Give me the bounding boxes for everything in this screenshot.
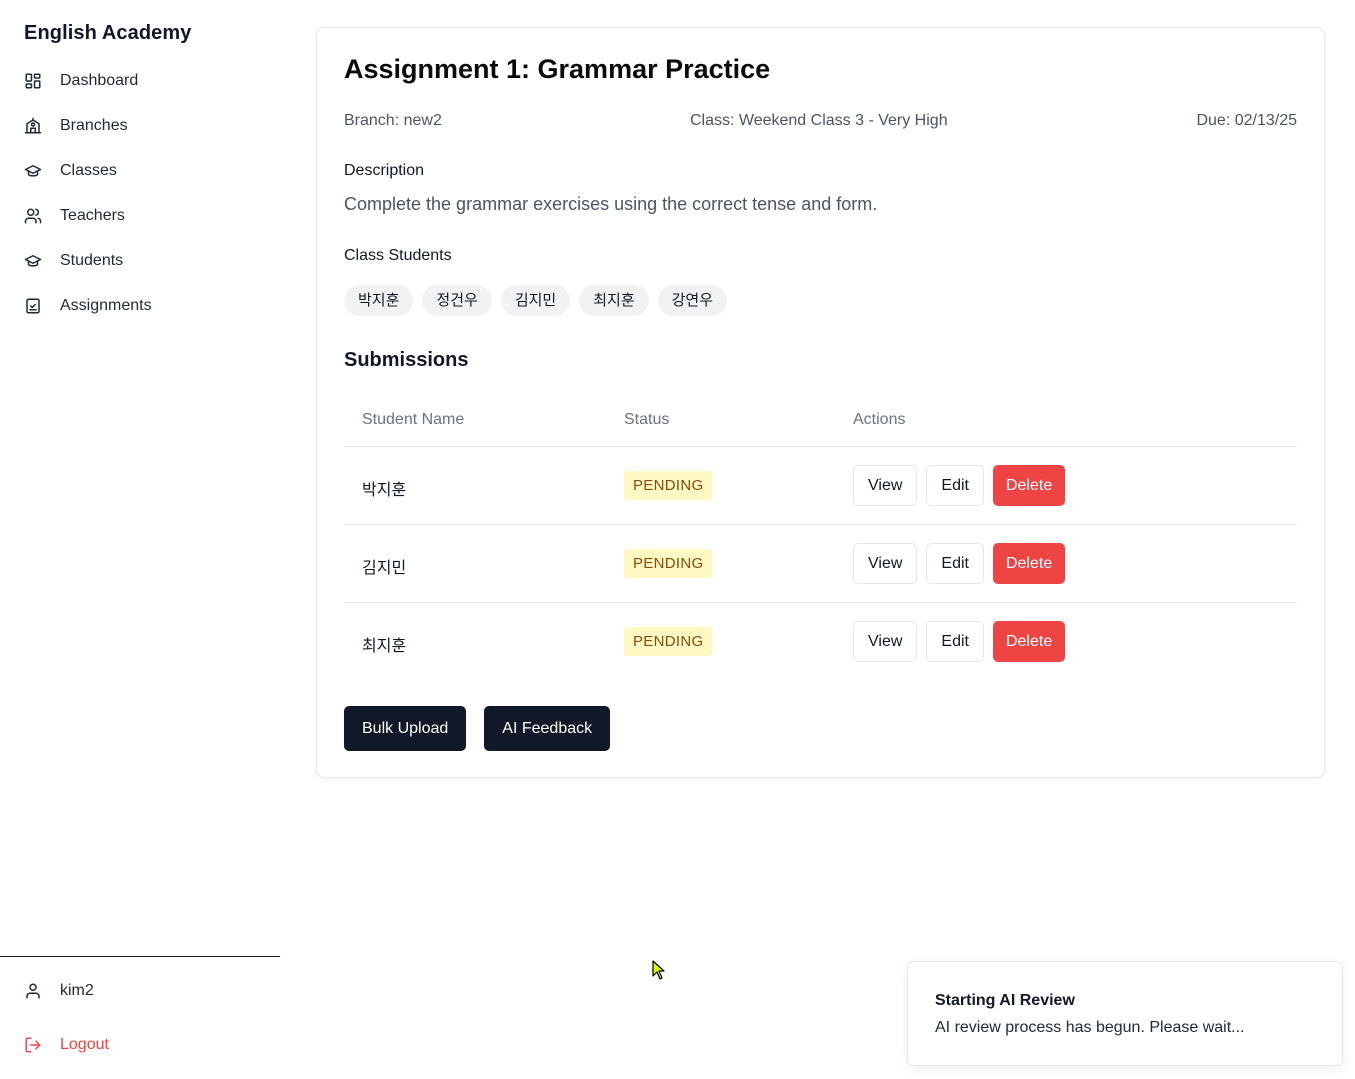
student-chip: 박지훈 [344, 285, 414, 316]
bottom-actions: Bulk Upload AI Feedback [344, 706, 611, 751]
edit-button[interactable]: Edit [926, 543, 984, 584]
description-text: Complete the grammar exercises using the… [344, 194, 878, 214]
student-name: 최지훈 [362, 638, 407, 655]
row-actions: View Edit Delete [853, 621, 1066, 662]
bulk-upload-button[interactable]: Bulk Upload [344, 706, 467, 751]
status-badge: PENDING [624, 549, 713, 578]
users-icon [24, 208, 42, 223]
table-row: 김지민 PENDING View Edit Delete [344, 525, 1297, 603]
building-icon [24, 117, 42, 133]
page-title: Assignment 1: Grammar Practice [344, 54, 771, 84]
student-chip: 정건우 [422, 285, 492, 316]
row-actions: View Edit Delete [853, 465, 1066, 506]
status-badge: PENDING [624, 471, 713, 500]
toast-title: Starting AI Review [935, 992, 1075, 1009]
student-name: 김지민 [362, 560, 407, 577]
delete-button[interactable]: Delete [992, 543, 1066, 584]
sidebar-item-label: Dashboard [60, 71, 139, 89]
table-row: 최지훈 PENDING View Edit Delete [344, 603, 1297, 681]
sidebar-item-label: Teachers [60, 206, 125, 224]
mouse-cursor-icon [652, 960, 665, 980]
table-header: Student Name Status Actions [344, 397, 1297, 447]
student-chip: 강연우 [657, 285, 728, 316]
class-info: Class: Weekend Class 3 - Very High [690, 112, 948, 129]
edit-button[interactable]: Edit [926, 465, 984, 506]
assignment-card: Assignment 1: Grammar Practice Branch: n… [316, 27, 1325, 778]
username: kim2 [60, 982, 94, 999]
user-icon [26, 983, 40, 999]
header-actions: Actions [853, 411, 906, 428]
sidebar-nav: Dashboard Branches Classes Teachers Stud… [0, 58, 280, 328]
graduation-cap-icon [24, 164, 42, 177]
student-chips: 박지훈 정건우 김지민 최지훈 강연우 [344, 285, 728, 316]
sidebar-item-label: Assignments [60, 296, 152, 314]
header-status: Status [624, 411, 670, 428]
delete-button[interactable]: Delete [992, 621, 1066, 662]
sidebar-item-assignments[interactable]: Assignments [0, 283, 280, 328]
row-actions: View Edit Delete [853, 543, 1066, 584]
sidebar-item-branches[interactable]: Branches [0, 103, 280, 148]
edit-button[interactable]: Edit [926, 621, 984, 662]
clipboard-check-icon [26, 298, 40, 313]
sidebar-item-label: Branches [60, 116, 128, 134]
sidebar-item-label: Students [60, 251, 124, 269]
logout-button[interactable]: Logout [24, 1036, 109, 1054]
logout-icon [25, 1037, 41, 1053]
student-chip: 김지민 [500, 285, 571, 316]
status-badge: PENDING [624, 627, 713, 656]
toast-notification: Starting AI Review AI review process has… [907, 961, 1343, 1066]
student-chip: 최지훈 [579, 285, 649, 316]
sidebar-item-students[interactable]: Students [0, 238, 280, 283]
view-button[interactable]: View [853, 465, 918, 506]
sidebar-divider [0, 956, 280, 957]
submissions-title: Submissions [344, 349, 469, 371]
view-button[interactable]: View [853, 621, 918, 662]
graduation-cap-icon [24, 254, 42, 267]
branch-info: Branch: new2 [344, 112, 442, 129]
description-label: Description [344, 162, 425, 179]
sidebar-item-label: Classes [60, 161, 117, 179]
toast-message: AI review process has begun. Please wait… [935, 1019, 1245, 1036]
current-user: kim2 [24, 982, 94, 1000]
sidebar-item-dashboard[interactable]: Dashboard [0, 58, 280, 103]
sidebar-item-classes[interactable]: Classes [0, 148, 280, 193]
sidebar: English Academy Dashboard Branches Class… [0, 0, 280, 1079]
view-button[interactable]: View [853, 543, 918, 584]
delete-button[interactable]: Delete [992, 465, 1066, 506]
brand-title: English Academy [24, 22, 192, 44]
student-name: 박지훈 [362, 482, 407, 499]
ai-feedback-button[interactable]: AI Feedback [484, 706, 611, 751]
logout-label: Logout [60, 1036, 109, 1053]
header-student-name: Student Name [362, 411, 465, 428]
table-row: 박지훈 PENDING View Edit Delete [344, 447, 1297, 525]
dashboard-icon [25, 73, 41, 88]
class-students-label: Class Students [344, 247, 452, 264]
due-date: Due: 02/13/25 [1196, 112, 1297, 129]
sidebar-item-teachers[interactable]: Teachers [0, 193, 280, 238]
submissions-table: Student Name Status Actions 박지훈 PENDING … [344, 397, 1297, 681]
